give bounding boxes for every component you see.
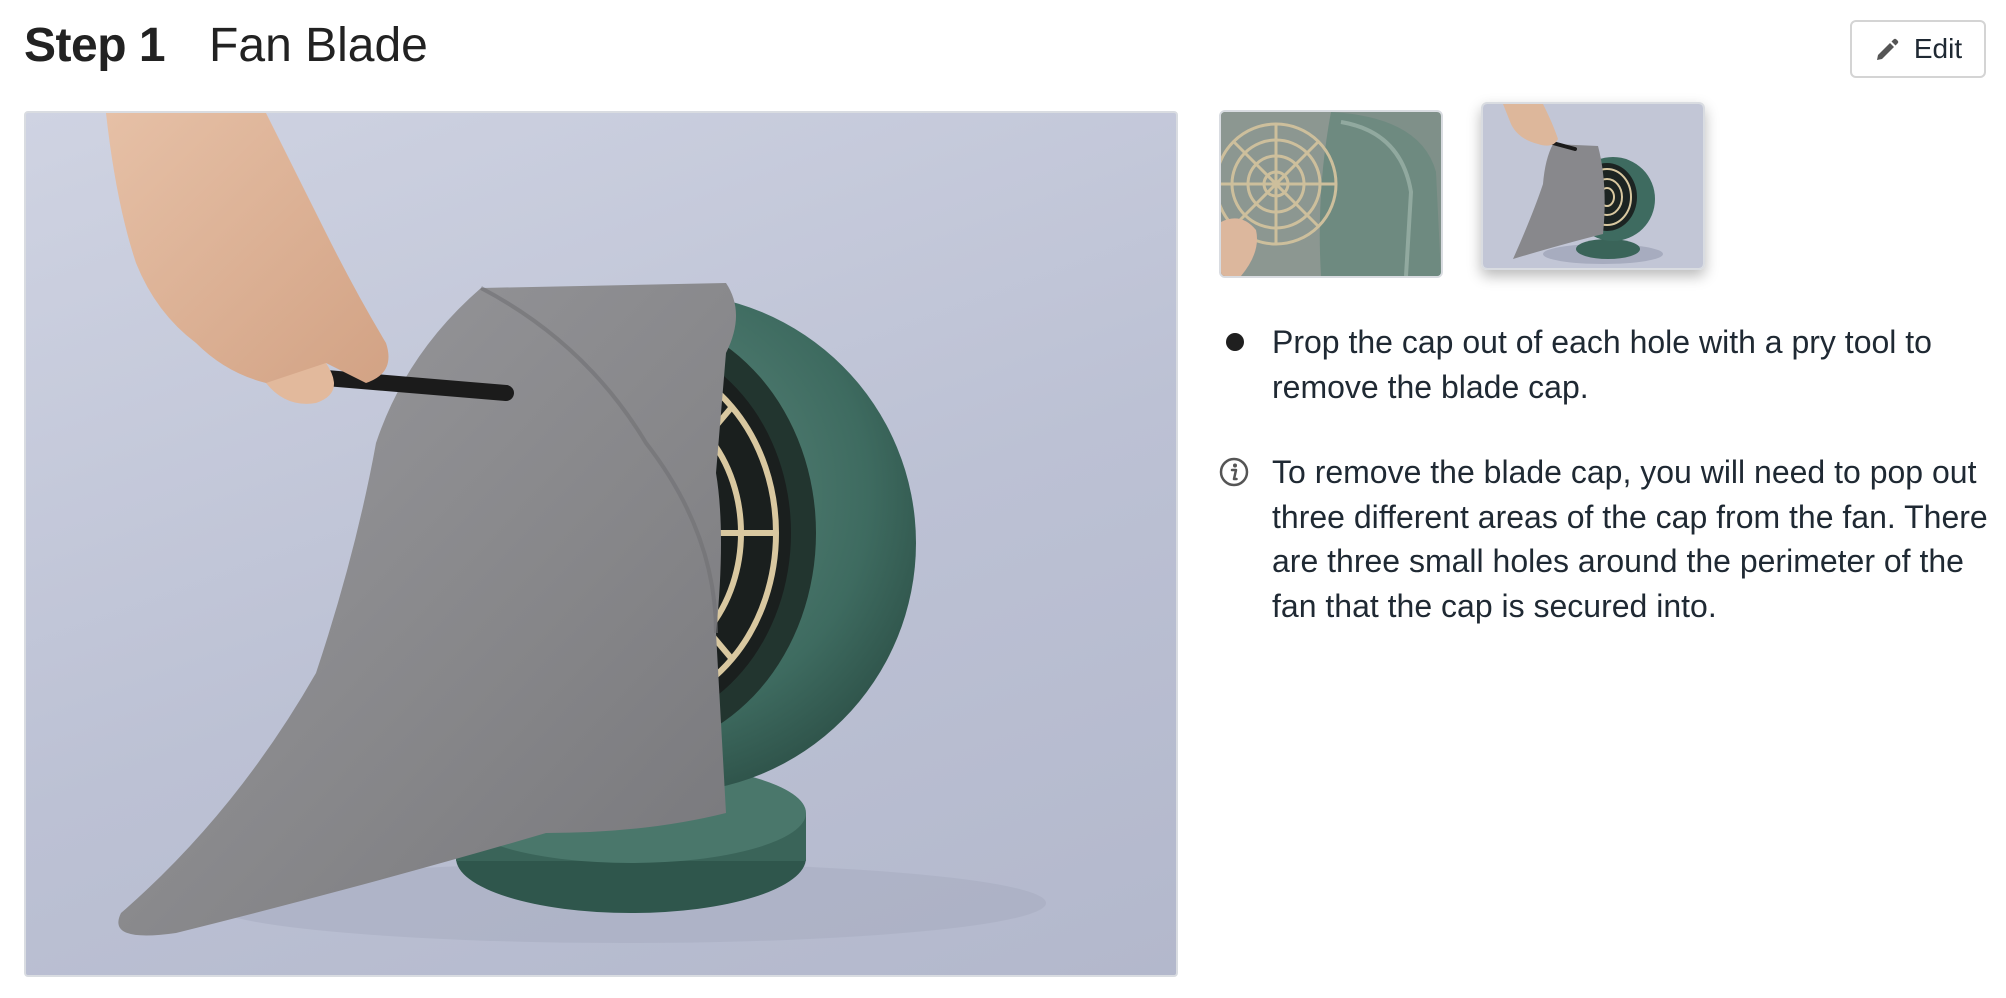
bullet-marker bbox=[1218, 320, 1272, 409]
step-number: Step 1 bbox=[24, 19, 166, 72]
edit-button-label: Edit bbox=[1913, 33, 1963, 64]
instruction-bullet: Prop the cap out of each hole with a pry… bbox=[1218, 320, 1988, 409]
thumbnail-2-selected[interactable] bbox=[1481, 102, 1705, 270]
step-title: Fan Blade bbox=[209, 19, 428, 72]
pencil-icon bbox=[1874, 36, 1900, 62]
info-icon bbox=[1218, 456, 1250, 493]
edit-button[interactable]: Edit bbox=[1850, 20, 1986, 78]
note-marker bbox=[1218, 450, 1272, 628]
instruction-note: To remove the blade cap, you will need t… bbox=[1218, 450, 1988, 628]
note-text: To remove the blade cap, you will need t… bbox=[1272, 454, 1988, 624]
thumbnail-1[interactable] bbox=[1219, 110, 1443, 278]
main-step-image[interactable] bbox=[24, 111, 1178, 977]
step-header: Step 1 Fan Blade bbox=[24, 18, 428, 73]
instruction-text: Prop the cap out of each hole with a pry… bbox=[1272, 324, 1932, 405]
bullet-dot-icon bbox=[1226, 333, 1244, 351]
